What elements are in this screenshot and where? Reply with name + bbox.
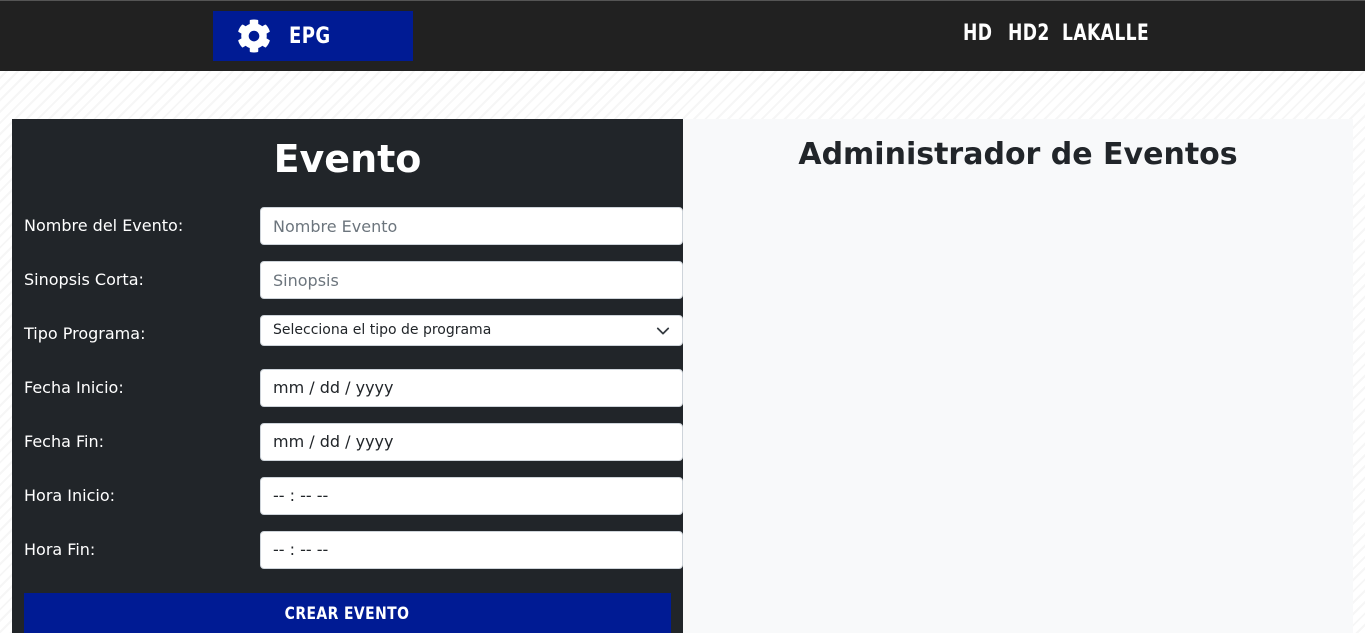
chevron-down-icon xyxy=(656,327,670,334)
form-row-sinopsis: Sinopsis Corta: xyxy=(24,261,683,299)
sinopsis-input[interactable] xyxy=(260,261,683,299)
form-row-fecha-inicio: Fecha Inicio: mm / dd / yyyy xyxy=(24,369,683,407)
gear-icon xyxy=(238,19,270,53)
sinopsis-label: Sinopsis Corta: xyxy=(24,270,144,289)
tipo-selected: Selecciona el tipo de programa xyxy=(273,322,492,338)
form-row-nombre: Nombre del Evento: xyxy=(24,207,683,245)
top-navbar: EPG HD HD2 LAKALLE xyxy=(0,0,1365,71)
event-form-panel: Evento Nombre del Evento: Sinopsis Corta… xyxy=(12,119,683,633)
hora-inicio-label: Hora Inicio: xyxy=(24,486,116,505)
nav-link-lakalle[interactable]: LAKALLE xyxy=(1062,21,1149,46)
brand-title: EPG xyxy=(289,23,331,49)
nombre-input[interactable] xyxy=(260,207,683,245)
hora-fin-input[interactable]: -- : -- -- xyxy=(260,531,683,569)
nav-link-hd[interactable]: HD xyxy=(963,21,998,46)
nav-link-hd2[interactable]: HD2 xyxy=(1008,21,1050,46)
form-row-hora-fin: Hora Fin: -- : -- -- xyxy=(24,531,683,569)
fecha-inicio-label: Fecha Inicio: xyxy=(24,378,124,397)
fecha-fin-input[interactable]: mm / dd / yyyy xyxy=(260,423,683,461)
tipo-select[interactable]: Selecciona el tipo de programa xyxy=(260,315,683,346)
form-row-fecha-fin: Fecha Fin: mm / dd / yyyy xyxy=(24,423,683,461)
hora-fin-label: Hora Fin: xyxy=(24,540,96,559)
main-nav: HD HD2 LAKALLE xyxy=(963,21,1162,46)
crear-evento-button[interactable]: CREAR EVENTO xyxy=(24,593,671,633)
admin-title: Administrador de Eventos xyxy=(798,137,1238,172)
fecha-fin-label: Fecha Fin: xyxy=(24,432,105,451)
event-admin-panel: Administrador de Eventos xyxy=(683,119,1353,633)
fecha-inicio-input[interactable]: mm / dd / yyyy xyxy=(260,369,683,407)
form-row-tipo: Tipo Programa: Selecciona el tipo de pro… xyxy=(24,315,683,353)
brand-link[interactable]: EPG xyxy=(213,11,413,61)
crear-evento-label: CREAR EVENTO xyxy=(285,604,410,624)
form-row-hora-inicio: Hora Inicio: -- : -- -- xyxy=(24,477,683,515)
form-title: Evento xyxy=(273,137,422,181)
nombre-label: Nombre del Evento: xyxy=(24,216,184,235)
hora-inicio-input[interactable]: -- : -- -- xyxy=(260,477,683,515)
tipo-label: Tipo Programa: xyxy=(24,324,146,343)
